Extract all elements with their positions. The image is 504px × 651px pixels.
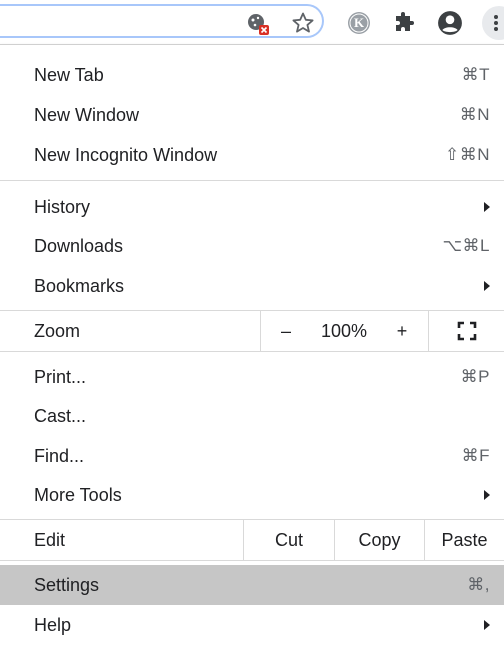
edit-label: Edit xyxy=(34,529,66,550)
zoom-in-label: + xyxy=(396,320,408,341)
chrome-main-menu: New Tab ⌘T New Window ⌘N New Incognito W… xyxy=(0,44,504,651)
submenu-arrow-icon xyxy=(484,490,490,500)
menu-item-shortcut: ⇧⌘N xyxy=(444,145,490,164)
paste-button[interactable]: Paste xyxy=(425,520,504,560)
menu-item-label: Downloads xyxy=(34,235,124,256)
menu-item-label: Print... xyxy=(34,366,87,387)
menu-item-label: New Tab xyxy=(34,64,104,85)
menu-row-edit: Edit Cut Copy Paste xyxy=(0,520,504,560)
menu-item-shortcut: ⌘P xyxy=(460,367,490,386)
zoom-label: Zoom xyxy=(34,320,81,341)
menu-item-label: Cast... xyxy=(34,405,87,426)
menu-item-label: Find... xyxy=(34,445,85,466)
menu-item-label: Settings xyxy=(34,574,100,595)
cookie-blocked-icon[interactable] xyxy=(246,12,270,36)
zoom-level-value: 100% xyxy=(320,320,368,341)
zoom-level: 100% xyxy=(311,311,377,351)
menu-item-downloads[interactable]: Downloads ⌥⌘L xyxy=(0,226,504,266)
menu-item-bookmarks[interactable]: Bookmarks xyxy=(0,266,504,306)
account-icon[interactable] xyxy=(436,9,464,37)
menu-item-cast[interactable]: Cast... xyxy=(0,396,504,436)
browser-toolbar: K xyxy=(0,0,504,44)
cut-label: Cut xyxy=(274,529,303,550)
fullscreen-button[interactable] xyxy=(429,311,504,351)
menu-item-new-incognito-window[interactable]: New Incognito Window ⇧⌘N xyxy=(0,135,504,175)
zoom-out-label: – xyxy=(280,320,291,341)
menu-item-shortcut: ⌥⌘L xyxy=(442,236,490,255)
copy-button[interactable]: Copy xyxy=(335,520,424,560)
more-vertical-icon[interactable] xyxy=(482,6,504,40)
menu-item-new-tab[interactable]: New Tab ⌘T xyxy=(0,55,504,95)
zoom-in-button[interactable]: + xyxy=(377,311,427,351)
menu-separator xyxy=(0,180,504,181)
menu-item-label: Bookmarks xyxy=(34,275,125,296)
menu-item-label: More Tools xyxy=(34,484,122,505)
menu-item-history[interactable]: History xyxy=(0,187,504,227)
menu-item-more-tools[interactable]: More Tools xyxy=(0,475,504,515)
menu-item-new-window[interactable]: New Window ⌘N xyxy=(0,95,504,135)
menu-separator xyxy=(0,560,504,561)
menu-item-settings[interactable]: Settings ⌘, xyxy=(0,565,504,605)
menu-item-label: New Incognito Window xyxy=(34,144,218,165)
star-icon[interactable] xyxy=(290,10,316,36)
submenu-arrow-icon xyxy=(484,202,490,212)
menu-item-shortcut: ⌘F xyxy=(461,446,490,465)
menu-item-shortcut: ⌘, xyxy=(467,575,490,594)
copy-label: Copy xyxy=(358,529,401,550)
menu-separator xyxy=(0,351,504,352)
omnibox[interactable] xyxy=(0,4,324,38)
fullscreen-icon xyxy=(457,321,476,341)
submenu-arrow-icon xyxy=(484,620,490,630)
menu-item-print[interactable]: Print... ⌘P xyxy=(0,357,504,397)
menu-item-shortcut: ⌘T xyxy=(461,65,490,84)
zoom-out-button[interactable]: – xyxy=(261,311,311,351)
menu-item-shortcut: ⌘N xyxy=(459,105,490,124)
menu-item-label: Help xyxy=(34,614,72,635)
profile-k-icon[interactable]: K xyxy=(346,10,372,36)
menu-item-label: History xyxy=(34,196,91,217)
menu-item-find[interactable]: Find... ⌘F xyxy=(0,436,504,476)
puzzle-extensions-icon[interactable] xyxy=(391,10,417,36)
cut-button[interactable]: Cut xyxy=(244,520,334,560)
menu-row-zoom: Zoom – 100% + xyxy=(0,311,504,351)
submenu-arrow-icon xyxy=(484,281,490,291)
paste-label: Paste xyxy=(441,529,488,550)
menu-item-help[interactable]: Help xyxy=(0,605,504,645)
profile-letter: K xyxy=(353,15,365,30)
menu-item-label: New Window xyxy=(34,104,140,125)
